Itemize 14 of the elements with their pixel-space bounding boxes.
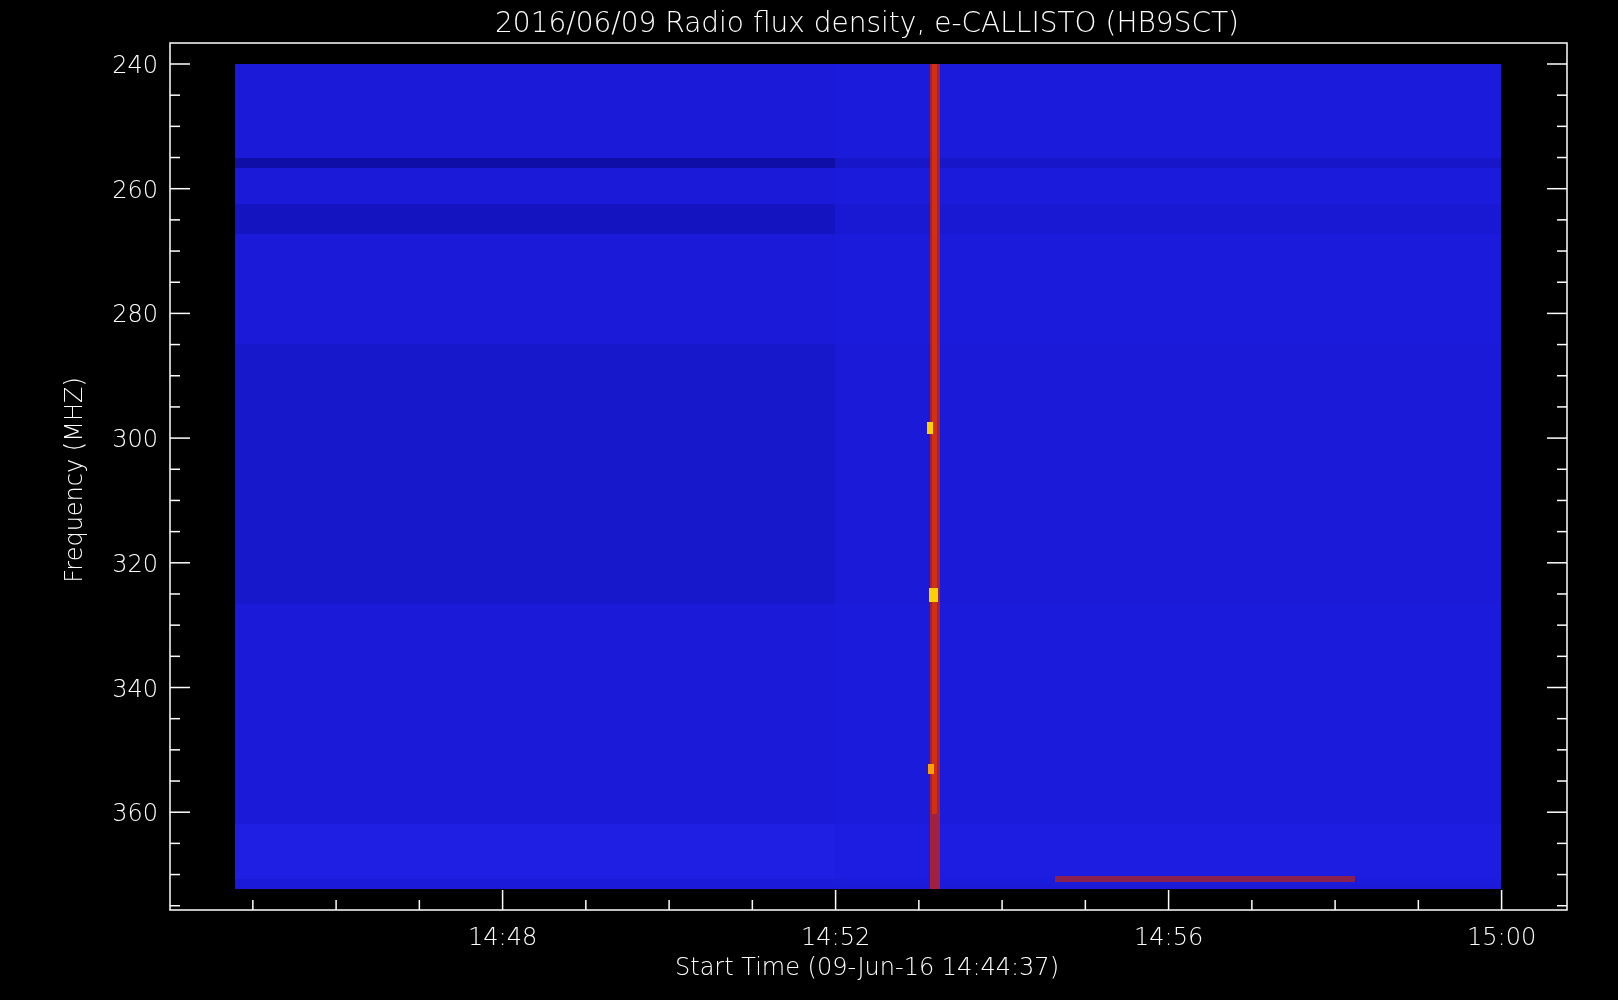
y-tick-label: 240 — [112, 51, 158, 79]
y-tick-label: 280 — [112, 300, 158, 329]
y-tick-label: 360 — [112, 799, 158, 828]
x-tick-label: 14:48 — [468, 923, 538, 951]
x-tick-label: 14:56 — [1134, 923, 1204, 951]
x-axis-label: Start Time (09-Jun-16 14:44:37) — [675, 953, 1059, 981]
x-tick-label: 14:52 — [801, 923, 871, 951]
y-tick-label: 320 — [112, 549, 158, 578]
y-tick-label: 260 — [112, 175, 158, 204]
y-tick-label: 300 — [112, 425, 158, 454]
x-tick-label: 15:00 — [1467, 923, 1537, 951]
y-axis-label: Frequency (MHZ) — [60, 377, 88, 583]
plot-title: 2016/06/09 Radio flux density, e-CALLISTO (HB9SCT) — [495, 6, 1239, 39]
y-tick-label: 340 — [112, 674, 158, 703]
